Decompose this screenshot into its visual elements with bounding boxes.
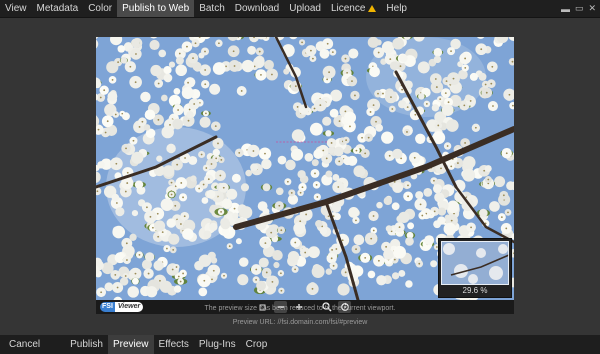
close-icon[interactable]: ✕	[588, 3, 596, 14]
window-controls: ▬ ▭ ✕	[561, 0, 596, 17]
preview-url-label: Preview URL:	[232, 319, 276, 326]
publish-button[interactable]: Publish	[65, 335, 108, 354]
menu-color[interactable]: Color	[83, 0, 117, 17]
workspace: 29.6 % FSI Viewer The preview size has be…	[0, 18, 600, 335]
menu-download[interactable]: Download	[230, 0, 284, 17]
crop-tab[interactable]: Crop	[241, 335, 273, 354]
navigator-thumbnail[interactable]	[441, 241, 509, 285]
menu-help[interactable]: Help	[381, 0, 412, 17]
menu-batch[interactable]: Batch	[194, 0, 230, 17]
effects-tab[interactable]: Effects	[154, 335, 194, 354]
zoom-level: 29.6 %	[462, 286, 488, 295]
preview-url-value[interactable]: //fsi.domain.com/fsi/#preview	[277, 319, 367, 326]
navigator-preview-image	[441, 241, 509, 285]
warning-icon	[368, 5, 377, 12]
menu-bar: View Metadata Color Publish to Web Batch…	[0, 0, 600, 18]
menu-licence[interactable]: Licence	[326, 0, 381, 17]
preview-tab[interactable]: Preview	[107, 335, 154, 354]
viewport-note: The preview size has been reduced to fit…	[204, 305, 396, 312]
menu-upload[interactable]: Upload	[284, 0, 326, 17]
restore-icon[interactable]: ▭	[575, 3, 584, 14]
menu-licence-label: Licence	[330, 3, 366, 14]
image-viewer[interactable]: 29.6 %	[96, 37, 514, 300]
plug-ins-tab[interactable]: Plug-Ins	[194, 335, 241, 354]
navigator-panel[interactable]: 29.6 %	[438, 238, 512, 298]
minimize-icon[interactable]: ▬	[561, 4, 570, 14]
cancel-button[interactable]: Cancel	[4, 335, 45, 354]
menu-metadata[interactable]: Metadata	[32, 0, 84, 17]
bottom-bar: Cancel Publish Preview Effects Plug-Ins …	[0, 335, 600, 354]
menu-view[interactable]: View	[0, 0, 32, 17]
menu-publish-to-web[interactable]: Publish to Web	[117, 0, 195, 17]
preview-url-line: Preview URL: //fsi.domain.com/fsi/#previ…	[0, 319, 600, 326]
